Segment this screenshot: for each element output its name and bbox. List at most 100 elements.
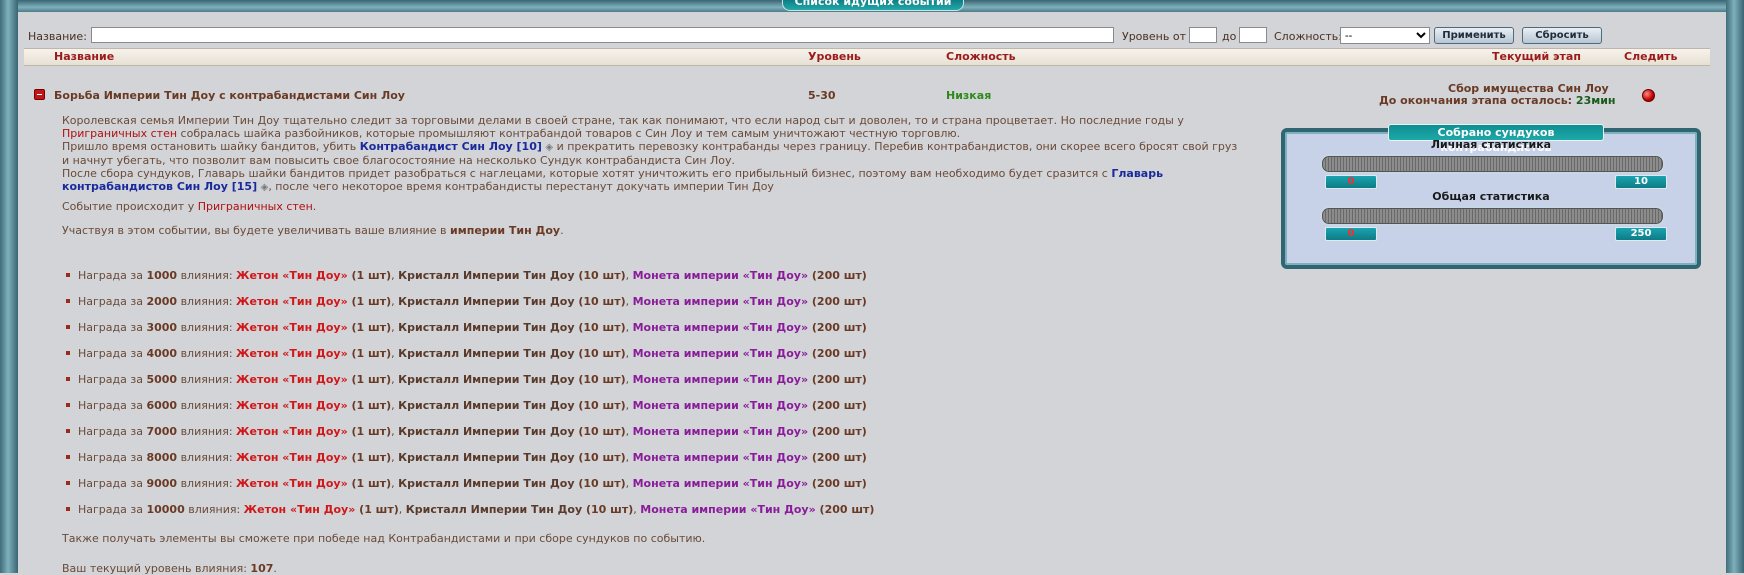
- reward-coin-qty: (200 шт): [808, 425, 867, 438]
- reward-coin: Монета империи «Тин Доу»: [632, 451, 809, 464]
- reward-crystal: Кристалл Империи Тин Доу: [398, 373, 575, 386]
- reward-token: Жетон «Тин Доу»: [236, 399, 348, 412]
- current-influence-dot: .: [273, 562, 277, 575]
- reward-amount: 8000: [146, 451, 178, 464]
- reward-prefix: Награда за: [78, 321, 147, 334]
- desc-paragraph-3: После сбора сундуков, Главарь шайки банд…: [62, 167, 1242, 194]
- events-panel: Название: Уровень от до Сложность: -- Пр…: [22, 14, 1712, 575]
- level-from-input[interactable]: [1189, 27, 1217, 43]
- reward-prefix: Награда за: [78, 269, 147, 282]
- desc-paragraph-1: Королевская семья Империи Тин Доу тщател…: [62, 114, 1242, 140]
- reward-crystal-qty: (10 шт): [582, 503, 634, 516]
- reward-crystal-qty: (10 шт): [574, 321, 626, 334]
- stage-remaining-value: 23мин: [1575, 94, 1616, 107]
- global-max: 250: [1615, 227, 1667, 241]
- reward-token: Жетон «Тин Доу»: [243, 503, 356, 516]
- difficulty-select[interactable]: --: [1340, 27, 1430, 44]
- location-text-end: .: [312, 200, 317, 213]
- header-difficulty[interactable]: Сложность: [946, 50, 1016, 63]
- header-name[interactable]: Название: [54, 50, 114, 63]
- location-diamond-icon[interactable]: ◈: [545, 142, 553, 153]
- event-location: Событие происходит у Приграничных стен.: [62, 200, 316, 213]
- event-description: Королевская семья Империи Тин Доу тщател…: [62, 114, 1242, 194]
- table-header: Название Уровень Сложность Текущий этап …: [24, 48, 1710, 66]
- header-follow: Следить: [1624, 50, 1678, 63]
- current-influence-value: 107: [250, 562, 274, 575]
- reward-item: Награда за 6000 влияния: Жетон «Тин Доу»…: [62, 399, 874, 425]
- reward-crystal-qty: (10 шт): [574, 451, 626, 464]
- reward-amount: 9000: [146, 477, 178, 490]
- difficulty-label: Сложность:: [1274, 30, 1342, 43]
- border-walls-link[interactable]: Приграничных стен: [62, 127, 177, 140]
- influence-text: Участвуя в этом событии, вы будете увели…: [62, 224, 451, 237]
- stage-remaining-label: До окончания этапа осталось:: [1379, 94, 1573, 107]
- name-input[interactable]: [91, 27, 1114, 43]
- level-to-input[interactable]: [1239, 27, 1267, 43]
- reward-prefix: Награда за: [78, 503, 147, 516]
- reward-sep: ,: [625, 321, 633, 334]
- reward-coin-qty: (200 шт): [808, 373, 867, 386]
- event-name[interactable]: Борьба Империи Тин Доу с контрабандистам…: [54, 89, 405, 102]
- reward-crystal: Кристалл Империи Тин Доу: [398, 477, 575, 490]
- reward-suffix: влияния:: [177, 451, 237, 464]
- reward-token: Жетон «Тин Доу»: [236, 373, 348, 386]
- reward-suffix: влияния:: [177, 295, 237, 308]
- reward-token-qty: (1 шт): [347, 477, 392, 490]
- reward-prefix: Награда за: [78, 477, 147, 490]
- reward-sep: ,: [398, 503, 406, 516]
- reward-sep: ,: [625, 269, 633, 282]
- window-title: Список идущих событий: [782, 0, 964, 11]
- reward-crystal-qty: (10 шт): [574, 399, 626, 412]
- apply-button[interactable]: Применить: [1434, 27, 1514, 44]
- reward-coin-qty: (200 шт): [808, 295, 867, 308]
- reward-crystal-qty: (10 шт): [574, 373, 626, 386]
- reward-crystal: Кристалл Империи Тин Доу: [398, 269, 575, 282]
- reward-amount: 4000: [146, 347, 178, 360]
- location-text: Событие происходит у: [62, 200, 198, 213]
- header-level[interactable]: Уровень: [808, 50, 861, 63]
- reward-coin: Монета империи «Тин Доу»: [632, 425, 809, 438]
- global-stats-label: Общая статистика: [1432, 190, 1550, 203]
- reward-suffix: влияния:: [177, 373, 237, 386]
- reward-token-qty: (1 шт): [347, 321, 392, 334]
- reward-item: Награда за 3000 влияния: Жетон «Тин Доу»…: [62, 321, 874, 347]
- personal-stats-label: Личная статистика: [1430, 138, 1552, 151]
- desc-paragraph-2: Пришло время остановить шайку бандитов, …: [62, 140, 1242, 167]
- level-to-label: до: [1222, 30, 1237, 43]
- follow-toggle-icon[interactable]: [1642, 89, 1655, 102]
- reset-button[interactable]: Сбросить: [1522, 27, 1602, 44]
- personal-current: 0: [1325, 175, 1377, 189]
- also-note: Также получать элементы вы сможете при п…: [62, 532, 706, 545]
- reward-crystal: Кристалл Империи Тин Доу: [398, 347, 575, 360]
- reward-amount: 7000: [146, 425, 178, 438]
- reward-token-qty: (1 шт): [355, 503, 399, 516]
- reward-coin: Монета империи «Тин Доу»: [632, 373, 809, 386]
- reward-coin-qty: (200 шт): [815, 503, 875, 516]
- reward-amount: 2000: [146, 295, 178, 308]
- rewards-list: Награда за 1000 влияния: Жетон «Тин Доу»…: [62, 269, 874, 529]
- table-row: Борьба Империи Тин Доу с контрабандистам…: [24, 65, 1710, 107]
- window-frame-left: [0, 0, 18, 573]
- reward-suffix: влияния:: [177, 321, 237, 334]
- desc-p2-text: Пришло время остановить шайку бандитов, …: [62, 140, 360, 153]
- reward-token: Жетон «Тин Доу»: [236, 295, 348, 308]
- reward-prefix: Награда за: [78, 295, 147, 308]
- reward-item: Награда за 7000 влияния: Жетон «Тин Доу»…: [62, 425, 874, 451]
- reward-prefix: Награда за: [78, 451, 147, 464]
- reward-token-qty: (1 шт): [347, 399, 392, 412]
- reward-crystal: Кристалл Империи Тин Доу: [398, 321, 575, 334]
- collapse-icon[interactable]: [34, 89, 45, 100]
- reward-crystal: Кристалл Империи Тин Доу: [398, 399, 575, 412]
- reward-coin: Монета империи «Тин Доу»: [632, 269, 809, 282]
- reward-token: Жетон «Тин Доу»: [236, 477, 348, 490]
- reward-token-qty: (1 шт): [347, 295, 392, 308]
- reward-token: Жетон «Тин Доу»: [236, 347, 348, 360]
- location-link[interactable]: Приграничных стен: [198, 200, 313, 213]
- stats-panel: Собрано сундуков контрабандистов Личная …: [1281, 124, 1701, 269]
- name-label: Название:: [28, 30, 87, 43]
- reward-sep: ,: [625, 373, 633, 386]
- reward-coin-qty: (200 шт): [808, 399, 867, 412]
- reward-coin: Монета империи «Тин Доу»: [632, 347, 809, 360]
- reward-suffix: влияния:: [177, 347, 237, 360]
- smuggler-link[interactable]: Контрабандист Син Лоу [10]: [360, 140, 542, 153]
